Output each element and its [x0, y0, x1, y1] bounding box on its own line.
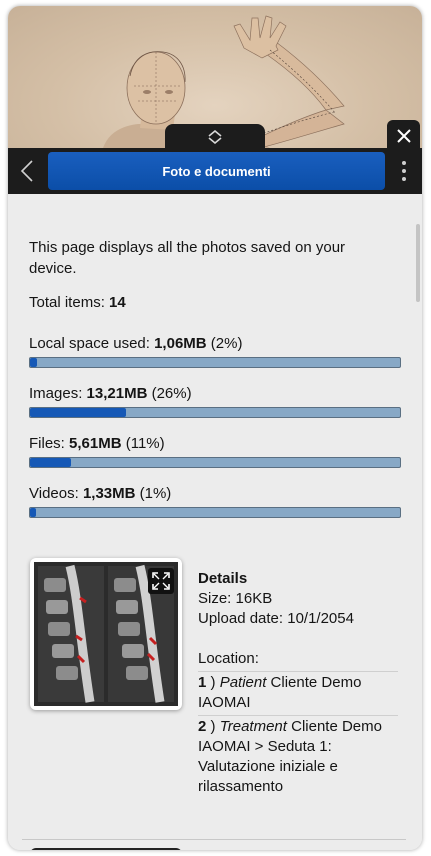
intro-text: This page displays all the photos saved … — [29, 239, 346, 277]
scrollbar-thumb[interactable] — [416, 224, 420, 302]
images-label: Images: — [29, 385, 87, 402]
videos-value: 1,33MB — [82, 485, 136, 502]
location-separator: ) — [206, 718, 220, 735]
local-space-bar — [29, 357, 401, 368]
location-list: Location: 1 ) Patient Cliente Demo IAOMA… — [198, 649, 398, 799]
expand-image-button[interactable] — [148, 568, 174, 594]
app-frame: Foto e documenti This page displays all … — [8, 6, 422, 850]
expand-icon — [152, 572, 170, 590]
close-icon — [396, 129, 411, 143]
upload-date: Upload date: 10/1/2054 — [198, 610, 354, 627]
videos-percent: (1%) — [135, 485, 172, 502]
photo-size: Size: 16KB — [198, 590, 273, 607]
files-bar — [29, 457, 401, 468]
total-items-label: Total items: — [29, 294, 110, 311]
location-type: Patient — [219, 674, 267, 691]
videos-label: Videos: — [29, 485, 83, 502]
more-vertical-icon[interactable] — [392, 156, 416, 186]
details-title: Details — [198, 570, 248, 587]
back-button[interactable] — [14, 156, 40, 186]
images-bar-fill — [30, 408, 127, 417]
files-bar-fill — [30, 458, 71, 467]
photo-details: Details Size: 16KB Upload date: 10/1/205… — [198, 569, 398, 629]
location-item[interactable]: 1 ) Patient Cliente Demo IAOMAI — [198, 671, 398, 715]
images-stat: Images: 13,21MB (26%) — [29, 385, 192, 402]
location-type: Treatment — [219, 718, 287, 735]
location-label: Location: — [198, 650, 259, 667]
local-space-stat: Local space used: 1,06MB (2%) — [29, 335, 242, 352]
local-space-percent: (2%) — [206, 335, 243, 352]
total-items-value: 14 — [109, 294, 126, 311]
images-value: 13,21MB — [86, 385, 148, 402]
photos-content[interactable]: This page displays all the photos saved … — [8, 194, 422, 850]
location-separator: ) — [206, 674, 220, 691]
location-item[interactable]: 2 ) Treatment Cliente Demo IAOMAI > Sedu… — [198, 715, 398, 799]
chevron-up-down-icon — [208, 130, 222, 144]
panel-title[interactable]: Foto e documenti — [48, 152, 385, 190]
videos-bar — [29, 507, 401, 518]
files-value: 5,61MB — [69, 435, 122, 452]
files-percent: (11%) — [121, 435, 165, 452]
panel-resize-handle[interactable] — [165, 124, 265, 150]
images-bar — [29, 407, 401, 418]
local-space-value: 1,06MB — [154, 335, 207, 352]
videos-bar-fill — [30, 508, 36, 517]
item-divider — [22, 839, 406, 840]
local-space-bar-fill — [30, 358, 38, 367]
files-stat: Files: 5,61MB (11%) — [29, 435, 165, 452]
local-space-label: Local space used: — [29, 335, 155, 352]
next-photo-thumbnail[interactable] — [30, 848, 182, 850]
panel-header: Foto e documenti — [8, 148, 422, 194]
chevron-left-icon — [20, 160, 33, 182]
files-label: Files: — [29, 435, 70, 452]
total-items: Total items: 14 — [29, 294, 126, 311]
videos-stat: Videos: 1,33MB (1%) — [29, 485, 171, 502]
images-percent: (26%) — [147, 385, 192, 402]
